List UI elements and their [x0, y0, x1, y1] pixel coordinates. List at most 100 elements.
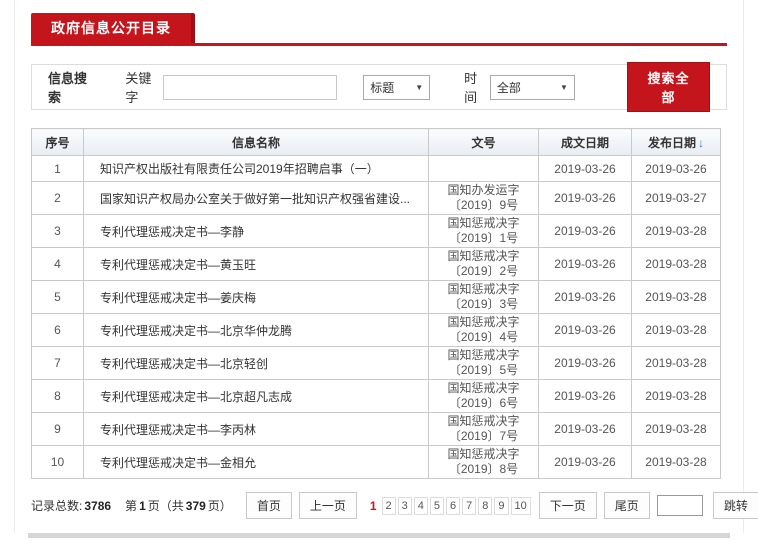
table-row: 3 专利代理惩戒决定书—李静 国知惩戒决字 〔2019〕1号 2019-03-2… [31, 214, 721, 248]
page-number-3[interactable]: 3 [397, 496, 412, 515]
time-select[interactable]: 全部 ▼ [489, 74, 575, 100]
content-panel: 政府信息公开目录 信息搜索 关键字 标题 ▼ 时间 全部 ▼ 搜索全部 序号 信… [14, 0, 758, 533]
table-row: 9 专利代理惩戒决定书—李丙林 国知惩戒决字 〔2019〕7号 2019-03-… [31, 412, 721, 446]
header-info-name: 信息名称 [83, 128, 429, 156]
table-row: 7 专利代理惩戒决定书—北京轻创 国知惩戒决字 〔2019〕5号 2019-03… [31, 346, 721, 380]
cell-info-name[interactable]: 专利代理惩戒决定书—北京超凡志成 [83, 379, 429, 413]
cell-date-published: 2019-03-28 [631, 379, 721, 413]
cell-info-name[interactable]: 专利代理惩戒决定书—金相允 [83, 445, 429, 479]
page-number-4[interactable]: 4 [413, 496, 428, 515]
page-number-current[interactable]: 1 [370, 499, 377, 513]
cell-date-written: 2019-03-26 [538, 280, 632, 314]
keyword-label: 关键字 [125, 71, 152, 105]
cell-date-written: 2019-03-26 [538, 155, 632, 182]
cell-index: 4 [31, 247, 84, 281]
records-total-value: 3786 [84, 498, 112, 513]
records-total-label: 记录总数: [31, 499, 83, 513]
cell-info-name[interactable]: 专利代理惩戒决定书—李丙林 [83, 412, 429, 446]
cell-index: 3 [31, 214, 84, 248]
cell-date-published: 2019-03-26 [631, 155, 721, 182]
cell-info-name[interactable]: 专利代理惩戒决定书—北京轻创 [83, 346, 429, 380]
cell-doc-number: 国知惩戒决字 〔2019〕5号 [428, 346, 539, 380]
cell-date-written: 2019-03-26 [538, 379, 632, 413]
page-info: 页） [207, 499, 232, 513]
page-number-2[interactable]: 2 [381, 496, 396, 515]
page: 政府信息公开目录 信息搜索 关键字 标题 ▼ 时间 全部 ▼ 搜索全部 序号 信… [0, 0, 758, 551]
cell-doc-number: 国知惩戒决字 〔2019〕8号 [428, 445, 539, 479]
search-bar: 信息搜索 关键字 标题 ▼ 时间 全部 ▼ 搜索全部 [31, 62, 727, 112]
search-section-label: 信息搜索 [48, 71, 88, 105]
cell-index: 1 [31, 155, 84, 182]
cell-doc-number: 国知办发运字 〔2019〕9号 [428, 181, 539, 215]
cell-info-name[interactable]: 国家知识产权局办公室关于做好第一批知识产权强省建设... [83, 181, 429, 215]
last-page-button[interactable]: 尾页 [603, 492, 650, 519]
first-page-button[interactable]: 首页 [245, 492, 292, 519]
cell-date-written: 2019-03-26 [538, 214, 632, 248]
cell-date-published: 2019-03-28 [631, 313, 721, 347]
search-field-select[interactable]: 标题 ▼ [363, 74, 431, 100]
next-page-button[interactable]: 下一页 [538, 492, 597, 519]
cell-index: 9 [31, 412, 84, 446]
page-info-total: 379 [185, 498, 206, 513]
cell-info-name[interactable]: 专利代理惩戒决定书—北京华仲龙腾 [83, 313, 429, 347]
pagination-bar: 记录总数: 3786 第 1 页（共 379 页） 首页 上一页 1 2 3 4… [31, 492, 758, 519]
cell-info-name[interactable]: 专利代理惩戒决定书—姜庆梅 [83, 280, 429, 314]
cell-date-published: 2019-03-28 [631, 214, 721, 248]
page-number-10[interactable]: 10 [510, 496, 531, 515]
cell-date-published: 2019-03-28 [631, 445, 721, 479]
page-number-7[interactable]: 7 [462, 496, 477, 515]
prev-page-button[interactable]: 上一页 [298, 492, 357, 519]
cell-date-written: 2019-03-26 [538, 346, 632, 380]
cell-doc-number: 国知惩戒决字 〔2019〕1号 [428, 214, 539, 248]
search-field-selected-value: 标题 [370, 80, 395, 95]
cell-doc-number: 国知惩戒决字 〔2019〕3号 [428, 280, 539, 314]
sort-desc-icon: ↓ [698, 135, 704, 150]
header-date-published[interactable]: 发布日期 ↓ [631, 128, 721, 156]
page-number-5[interactable]: 5 [429, 496, 445, 515]
cell-doc-number: 国知惩戒决字 〔2019〕4号 [428, 313, 539, 347]
cell-date-published: 2019-03-28 [631, 280, 721, 314]
jump-button[interactable]: 跳转 [712, 492, 758, 519]
jump-page-input[interactable] [656, 495, 703, 516]
cell-index: 8 [31, 379, 84, 413]
header-doc-number: 文号 [428, 128, 539, 156]
table-row: 2 国家知识产权局办公室关于做好第一批知识产权强省建设... 国知办发运字 〔2… [31, 181, 721, 215]
cell-info-name[interactable]: 知识产权出版社有限责任公司2019年招聘启事（一） [83, 155, 429, 182]
tab-government-info-directory[interactable]: 政府信息公开目录 [31, 13, 195, 43]
cell-info-name[interactable]: 专利代理惩戒决定书—李静 [83, 214, 429, 248]
table-row: 4 专利代理惩戒决定书—黄玉旺 国知惩戒决字 〔2019〕2号 2019-03-… [31, 247, 721, 281]
cell-date-written: 2019-03-26 [538, 445, 632, 479]
cell-index: 7 [31, 346, 84, 380]
page-info-current: 1 [139, 498, 146, 513]
search-all-button[interactable]: 搜索全部 [626, 62, 711, 112]
header-date-written: 成文日期 [538, 128, 632, 156]
cell-doc-number: 国知惩戒决字 〔2019〕6号 [428, 379, 539, 413]
page-info: 第 [125, 499, 138, 513]
chevron-down-icon: ▼ [560, 82, 568, 92]
cell-date-published: 2019-03-27 [631, 181, 721, 215]
tab-underline [31, 43, 727, 46]
table-row: 6 专利代理惩戒决定书—北京华仲龙腾 国知惩戒决字 〔2019〕4号 2019-… [31, 313, 721, 347]
table-row: 8 专利代理惩戒决定书—北京超凡志成 国知惩戒决字 〔2019〕6号 2019-… [31, 379, 721, 413]
time-label: 时间 [464, 71, 478, 105]
cell-doc-number: 国知惩戒决字 〔2019〕7号 [428, 412, 539, 446]
cell-doc-number: 国知惩戒决字 〔2019〕2号 [428, 247, 539, 281]
keyword-input[interactable] [162, 74, 338, 100]
time-selected-value: 全部 [496, 80, 521, 95]
cell-date-written: 2019-03-26 [538, 412, 632, 446]
page-number-8[interactable]: 8 [478, 496, 493, 515]
cell-date-written: 2019-03-26 [538, 247, 632, 281]
page-number-6[interactable]: 6 [446, 496, 461, 515]
cell-date-written: 2019-03-26 [538, 313, 632, 347]
header-date-published-label: 发布日期 [647, 135, 696, 150]
records-table: 序号 信息名称 文号 成文日期 发布日期 ↓ 1 知识产权出版社有限责任公司201… [31, 128, 721, 479]
cell-index: 2 [31, 181, 84, 215]
page-info: 页（共 [147, 499, 184, 513]
page-number-9[interactable]: 9 [494, 496, 509, 515]
cell-index: 6 [31, 313, 84, 347]
cell-date-published: 2019-03-28 [631, 346, 721, 380]
cell-info-name[interactable]: 专利代理惩戒决定书—黄玉旺 [83, 247, 429, 281]
cell-date-published: 2019-03-28 [631, 412, 721, 446]
panel-bottom-shadow [28, 533, 730, 538]
cell-index: 5 [31, 280, 84, 314]
